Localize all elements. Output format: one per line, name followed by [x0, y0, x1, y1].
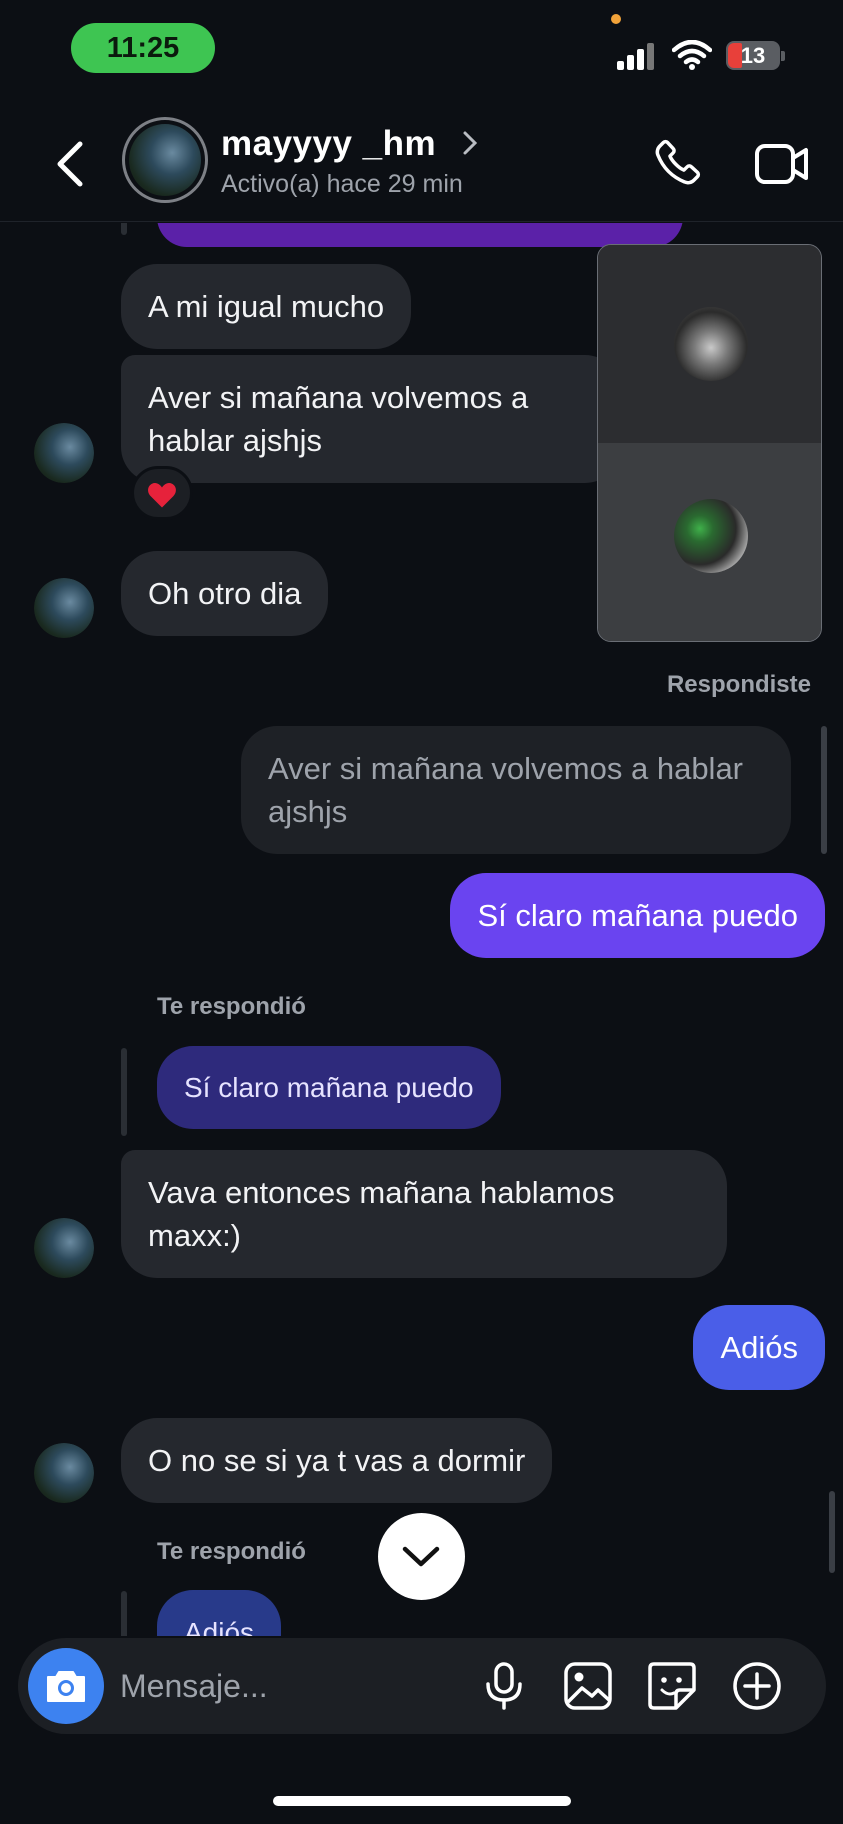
privacy-indicator-dot — [611, 14, 621, 24]
reply-thread-line — [121, 223, 127, 235]
contact-avatar[interactable] — [122, 117, 208, 203]
replied-to-you-label: Te respondió — [157, 1538, 306, 1565]
contact-avatar-small[interactable] — [34, 1443, 94, 1503]
microphone-icon[interactable] — [478, 1660, 530, 1712]
reply-thread-line — [821, 726, 827, 854]
contact-avatar-small[interactable] — [34, 1218, 94, 1278]
chat-header: mayyyy _hm Activo(a) hace 29 min — [0, 100, 843, 222]
scroll-to-bottom-button[interactable] — [378, 1513, 465, 1600]
remote-participant-avatar — [674, 307, 748, 381]
scrollbar[interactable] — [829, 1491, 835, 1573]
video-call-icon[interactable] — [754, 140, 810, 188]
battery-nub — [781, 51, 785, 61]
add-plus-icon[interactable] — [731, 1660, 783, 1712]
sticker-icon[interactable] — [646, 1660, 698, 1712]
chevron-right-icon[interactable] — [462, 130, 478, 156]
message-composer — [18, 1638, 826, 1734]
wifi-icon — [672, 40, 712, 70]
incoming-message[interactable]: A mi igual mucho — [121, 264, 412, 349]
gallery-icon[interactable] — [562, 1660, 614, 1712]
reply-quote[interactable]: Aver si mañana volvemos a hablar ajshjs — [241, 726, 791, 854]
battery-icon: 13 — [726, 41, 780, 70]
contact-activity-status: Activo(a) hace 29 min — [221, 170, 463, 198]
partial-outgoing-bubble[interactable] — [157, 223, 683, 247]
replied-to-you-label: Te respondió — [157, 993, 306, 1020]
camera-button[interactable] — [28, 1648, 104, 1724]
reply-thread-line — [121, 1048, 127, 1136]
status-bar: 11:25 13 — [0, 0, 843, 100]
message-list[interactable]: A mi igual mucho Aver si mañana volvemos… — [0, 223, 843, 1636]
message-input[interactable] — [120, 1638, 470, 1734]
cellular-signal-icon — [617, 42, 655, 70]
replied-label: Respondiste — [666, 671, 811, 698]
home-indicator[interactable] — [273, 1796, 571, 1806]
contact-avatar-small[interactable] — [34, 578, 94, 638]
incoming-message[interactable]: Oh otro dia — [121, 551, 329, 636]
incoming-message[interactable]: O no se si ya t vas a dormir — [121, 1418, 553, 1503]
reply-quote[interactable]: Adiós — [157, 1590, 282, 1636]
status-time: 11:25 — [71, 23, 215, 73]
incoming-message[interactable]: Vava entonces mañana hablamos maxx:) — [121, 1150, 727, 1278]
contact-name[interactable]: mayyyy _hm — [221, 124, 436, 164]
outgoing-message[interactable]: Adiós — [693, 1305, 825, 1390]
chevron-down-icon — [402, 1546, 440, 1567]
local-participant-avatar — [674, 499, 748, 573]
local-video-tile[interactable] — [598, 443, 821, 641]
contact-avatar-small[interactable] — [34, 423, 94, 483]
remote-video-tile[interactable] — [598, 245, 821, 443]
video-call-preview[interactable] — [597, 244, 822, 642]
camera-icon — [47, 1671, 85, 1702]
reply-quote[interactable]: Sí claro mañana puedo — [157, 1046, 501, 1129]
incoming-message[interactable]: Aver si mañana volvemos a hablar ajshjs — [121, 355, 621, 483]
back-arrow-icon[interactable] — [48, 136, 92, 192]
reply-thread-line — [121, 1591, 127, 1636]
phone-call-icon[interactable] — [648, 136, 704, 192]
battery-level: 13 — [740, 43, 766, 68]
heart-icon — [148, 483, 176, 508]
reaction-heart[interactable] — [131, 466, 193, 520]
outgoing-message[interactable]: Sí claro mañana puedo — [450, 873, 825, 958]
